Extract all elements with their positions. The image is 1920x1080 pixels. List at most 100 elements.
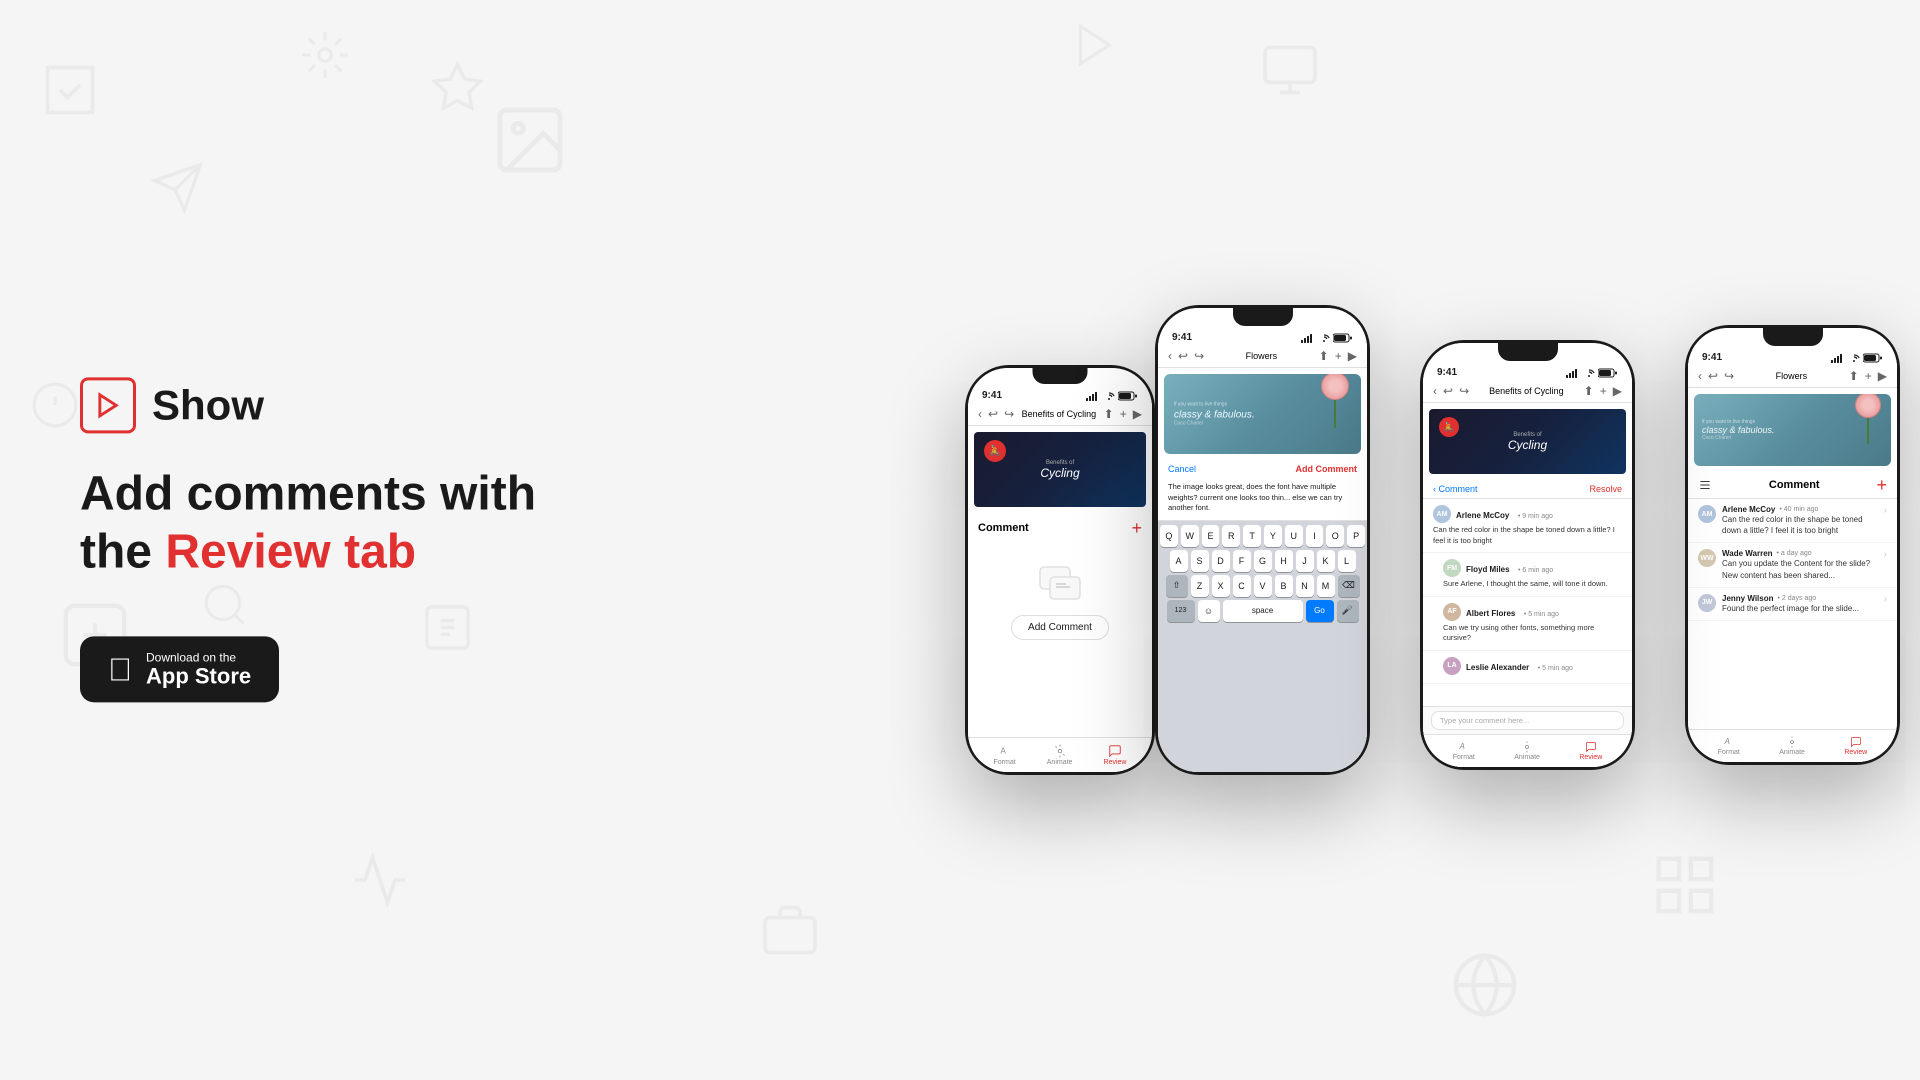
key-t[interactable]: T	[1243, 525, 1261, 547]
phone3-body-3: Can we try using other fonts, something …	[1443, 623, 1622, 644]
phone3-avatar-4: LA	[1443, 657, 1461, 675]
key-l[interactable]: L	[1338, 550, 1356, 572]
key-u[interactable]: U	[1285, 525, 1303, 547]
key-shift[interactable]: ⇧	[1166, 575, 1188, 597]
phone3-tab-review-label: Review	[1579, 754, 1602, 761]
key-j[interactable]: J	[1296, 550, 1314, 572]
phone4-statusbar: 9:41	[1688, 346, 1897, 365]
phone2-cancel[interactable]: Cancel	[1168, 464, 1196, 474]
phone3-back[interactable]: ‹ Comment	[1433, 484, 1478, 494]
phone-4: 9:41 ‹ ↩ ↪ Flowers ⬆	[1685, 325, 1900, 765]
key-c[interactable]: C	[1233, 575, 1251, 597]
key-space[interactable]: space	[1223, 600, 1303, 622]
key-y[interactable]: Y	[1264, 525, 1282, 547]
key-n[interactable]: N	[1296, 575, 1314, 597]
phone4-status-icons	[1831, 353, 1883, 363]
key-k[interactable]: K	[1317, 550, 1335, 572]
key-123[interactable]: 123	[1167, 600, 1195, 622]
phone4-avatar-2: WW	[1698, 549, 1716, 567]
phone4-tab-animate-label: Animate	[1779, 749, 1805, 756]
phone4-tab-format[interactable]: A Format	[1718, 736, 1740, 756]
key-d[interactable]: D	[1212, 550, 1230, 572]
phone3-toolbar: ‹ ↩ ↪ Benefits of Cycling ⬆ + ▶	[1423, 380, 1632, 403]
phone3-bottom-tabs: A Format Animate Review	[1423, 734, 1632, 767]
phone4-time-2: • a day ago	[1777, 550, 1812, 557]
phone4-name-3: Jenny Wilson	[1722, 594, 1774, 603]
phone-3: 9:41 ‹ ↩ ↪ Benefits of Cycling	[1420, 340, 1635, 770]
key-r[interactable]: R	[1222, 525, 1240, 547]
key-b[interactable]: B	[1275, 575, 1293, 597]
phone4-chevron-1: ›	[1884, 505, 1887, 516]
phone1-tab-format[interactable]: A Format	[994, 744, 1016, 766]
phone1-add-comment-btn[interactable]: Add Comment	[1011, 615, 1109, 640]
phone1-statusbar: 9:41	[968, 384, 1152, 403]
key-g[interactable]: G	[1254, 550, 1272, 572]
phone3-comments: AM Arlene McCoy • 9 min ago Can the red …	[1423, 499, 1632, 706]
phone3-tab-animate-label: Animate	[1514, 754, 1540, 761]
phone1-tab-review[interactable]: Review	[1104, 744, 1127, 766]
key-f[interactable]: F	[1233, 550, 1251, 572]
phone1-add-icon[interactable]: +	[1131, 519, 1142, 537]
key-o[interactable]: O	[1326, 525, 1344, 547]
key-e[interactable]: E	[1202, 525, 1220, 547]
phones-container: 9:41 ‹ ↩ ↪ Benefits of Cycling	[965, 305, 1900, 775]
phone3-resolve[interactable]: Resolve	[1589, 484, 1622, 494]
key-i[interactable]: I	[1306, 525, 1324, 547]
phone3-statusbar: 9:41	[1423, 361, 1632, 380]
key-a[interactable]: A	[1170, 550, 1188, 572]
key-x[interactable]: X	[1212, 575, 1230, 597]
phone4-bottom-tabs: A Format Animate Review	[1688, 729, 1897, 762]
phone4-comment-info-2: Wade Warren • a day ago Can you update t…	[1722, 549, 1878, 580]
phone3-tab-animate[interactable]: Animate	[1514, 741, 1540, 761]
phone1-status-icons	[1086, 391, 1138, 401]
phone1-comment-header: Comment +	[978, 519, 1142, 537]
phone3-body-1: Can the red color in the shape be toned …	[1433, 525, 1622, 546]
phone2-comment-body: The image looks great, does the font hav…	[1168, 482, 1357, 514]
phone3-tab-review[interactable]: Review	[1579, 741, 1602, 761]
key-s[interactable]: S	[1191, 550, 1209, 572]
phone4-toolbar: ‹ ↩ ↪ Flowers ⬆ + ▶	[1688, 365, 1897, 388]
key-p[interactable]: P	[1347, 525, 1365, 547]
phone3-type-input[interactable]: Type your comment here...	[1431, 711, 1624, 730]
phone3-comment-4: LA Leslie Alexander • 5 min ago	[1423, 651, 1632, 684]
phone2-time: 9:41	[1172, 332, 1192, 343]
phone4-text-2: Can you update the Content for the slide…	[1722, 558, 1878, 580]
app-store-small: Download on the	[146, 651, 251, 665]
phone4-chevron-2: ›	[1884, 549, 1887, 560]
phone4-time: 9:41	[1702, 352, 1722, 363]
key-h[interactable]: H	[1275, 550, 1293, 572]
key-v[interactable]: V	[1254, 575, 1272, 597]
phone3-screen: 9:41 ‹ ↩ ↪ Benefits of Cycling	[1423, 343, 1632, 767]
key-m[interactable]: M	[1317, 575, 1335, 597]
phone4-tab-review-label: Review	[1844, 749, 1867, 756]
phone4-tab-review[interactable]: Review	[1844, 736, 1867, 756]
phone1-comment-empty: Add Comment	[978, 545, 1142, 660]
key-go[interactable]: Go	[1306, 600, 1334, 622]
phone4-chevron-3: ›	[1884, 594, 1887, 605]
phone2-add-comment[interactable]: Add Comment	[1296, 464, 1358, 474]
phone4-name-1: Arlene McCoy	[1722, 505, 1775, 514]
phone4-tab-animate[interactable]: Animate	[1779, 736, 1805, 756]
phone3-type-area: Type your comment here...	[1423, 706, 1632, 734]
phone2-statusbar: 9:41	[1158, 326, 1367, 345]
key-z[interactable]: Z	[1191, 575, 1209, 597]
phone3-time-1: • 9 min ago	[1518, 513, 1553, 520]
phone2-status-icons	[1301, 333, 1353, 343]
phone4-add-icon[interactable]: +	[1876, 476, 1887, 494]
key-backspace[interactable]: ⌫	[1338, 575, 1360, 597]
phone4-doctitle: Flowers	[1776, 371, 1808, 381]
phone4-slide-area: if you want to live things classy & fabu…	[1688, 388, 1897, 472]
phone3-tab-format-label: Format	[1453, 754, 1475, 761]
key-emoji[interactable]: ☺	[1198, 600, 1220, 622]
phone4-comment-info-1: Arlene McCoy • 40 min ago Can the red co…	[1722, 505, 1878, 536]
app-store-button[interactable]:  Download on the App Store	[80, 637, 279, 703]
key-w[interactable]: W	[1181, 525, 1199, 547]
phone2-slide-area: if you want to live things classy & fabu…	[1158, 368, 1367, 460]
phone1-screen: 9:41 ‹ ↩ ↪ Benefits of Cycling	[968, 368, 1152, 772]
phone1-tab-animate[interactable]: Animate	[1047, 744, 1073, 766]
phone3-tab-format[interactable]: A Format	[1453, 741, 1475, 761]
key-mic[interactable]: 🎤	[1337, 600, 1359, 622]
phone3-avatar-1: AM	[1433, 505, 1451, 523]
key-q[interactable]: Q	[1160, 525, 1178, 547]
phone3-comment-2: FM Floyd Miles • 6 min ago Sure Arlene, …	[1423, 553, 1632, 597]
